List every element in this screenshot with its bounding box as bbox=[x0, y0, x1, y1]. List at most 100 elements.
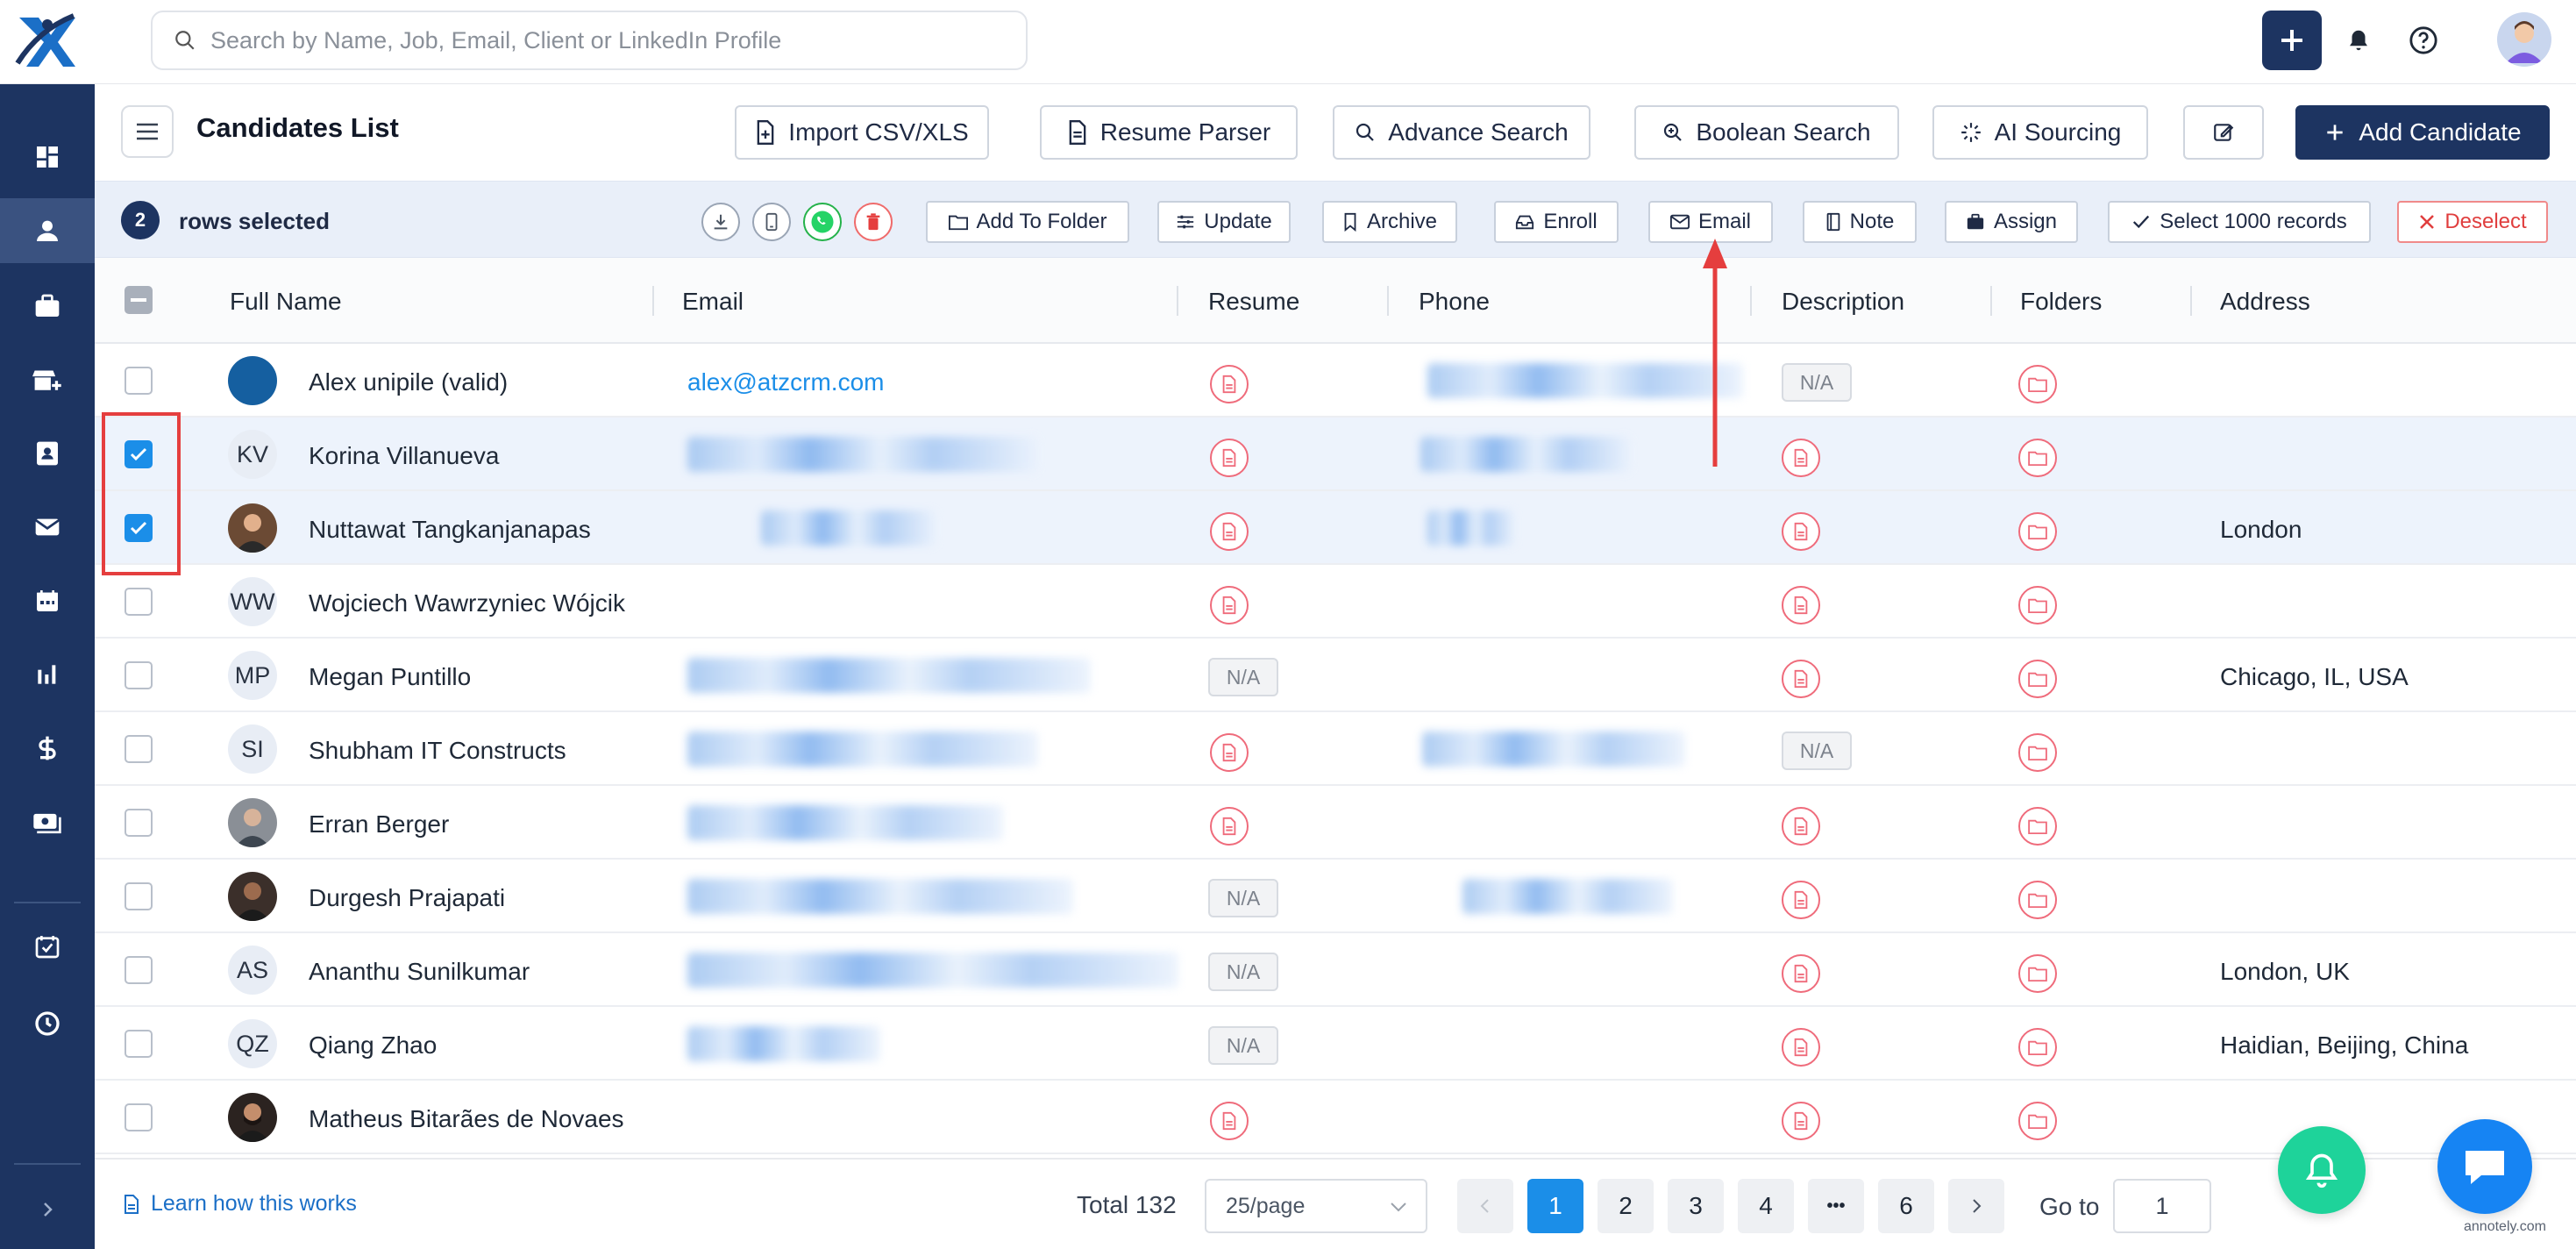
resume-parser-button[interactable]: Resume Parser bbox=[1040, 105, 1298, 160]
table-row[interactable]: QZ Qiang Zhao N/A Haidian, Beijing, Chin… bbox=[95, 1007, 2576, 1081]
notifications-fab[interactable] bbox=[2278, 1126, 2366, 1214]
download-button[interactable] bbox=[701, 203, 740, 241]
description-icon[interactable] bbox=[1782, 660, 1820, 698]
table-row[interactable]: Durgesh Prajapati N/A bbox=[95, 860, 2576, 933]
description-icon[interactable] bbox=[1782, 807, 1820, 846]
folder-icon[interactable] bbox=[2018, 365, 2057, 403]
col-header-folders[interactable]: Folders bbox=[2020, 288, 2102, 316]
boolean-search-button[interactable]: Boolean Search bbox=[1634, 105, 1899, 160]
candidate-name[interactable]: Alex unipile (valid) bbox=[309, 368, 508, 396]
col-header-address[interactable]: Address bbox=[2220, 288, 2310, 316]
ai-sourcing-button[interactable]: AI Sourcing bbox=[1932, 105, 2148, 160]
menu-toggle-button[interactable] bbox=[121, 105, 174, 158]
sidebar-item-reports[interactable] bbox=[0, 642, 95, 707]
candidate-name[interactable]: Nuttawat Tangkanjanapas bbox=[309, 516, 591, 544]
table-row[interactable]: AS Ananthu Sunilkumar N/A London, UK bbox=[95, 933, 2576, 1007]
folder-icon[interactable] bbox=[2018, 954, 2057, 993]
sidebar-item-billing[interactable] bbox=[0, 716, 95, 781]
description-icon[interactable] bbox=[1782, 1102, 1820, 1140]
folder-icon[interactable] bbox=[2018, 660, 2057, 698]
col-header-description[interactable]: Description bbox=[1782, 288, 1904, 316]
candidate-name[interactable]: Erran Berger bbox=[309, 810, 449, 839]
col-header-resume[interactable]: Resume bbox=[1208, 288, 1299, 316]
candidate-name[interactable]: Shubham IT Constructs bbox=[309, 737, 566, 765]
page-button-4[interactable]: 4 bbox=[1738, 1179, 1794, 1233]
page-button-3[interactable]: 3 bbox=[1668, 1179, 1724, 1233]
candidate-name[interactable]: Matheus Bitarães de Novaes bbox=[309, 1105, 624, 1133]
row-checkbox[interactable] bbox=[125, 661, 153, 689]
sidebar-item-payments[interactable] bbox=[0, 789, 95, 854]
description-icon[interactable] bbox=[1782, 881, 1820, 919]
sidebar-item-history[interactable] bbox=[0, 991, 95, 1056]
deselect-button[interactable]: Deselect bbox=[2397, 201, 2548, 243]
candidate-name[interactable]: Megan Puntillo bbox=[309, 663, 471, 691]
table-row[interactable]: Nuttawat Tangkanjanapas London bbox=[95, 491, 2576, 565]
description-icon[interactable] bbox=[1782, 1028, 1820, 1067]
folder-icon[interactable] bbox=[2018, 512, 2057, 551]
description-icon[interactable] bbox=[1782, 512, 1820, 551]
add-candidate-button[interactable]: Add Candidate bbox=[2295, 105, 2550, 160]
row-checkbox[interactable] bbox=[125, 1030, 153, 1058]
page-button-2[interactable]: 2 bbox=[1598, 1179, 1654, 1233]
advance-search-button[interactable]: Advance Search bbox=[1333, 105, 1590, 160]
resume-icon[interactable] bbox=[1210, 512, 1249, 551]
row-checkbox[interactable] bbox=[125, 809, 153, 837]
folder-icon[interactable] bbox=[2018, 881, 2057, 919]
enroll-button[interactable]: Enroll bbox=[1494, 201, 1619, 243]
select-all-records-button[interactable]: Select 1000 records bbox=[2108, 201, 2371, 243]
note-button[interactable]: Note bbox=[1803, 201, 1917, 243]
page-size-select[interactable]: 25/page bbox=[1205, 1179, 1427, 1233]
col-header-phone[interactable]: Phone bbox=[1419, 288, 1490, 316]
user-avatar[interactable] bbox=[2497, 12, 2551, 67]
row-checkbox[interactable] bbox=[125, 735, 153, 763]
resume-icon[interactable] bbox=[1210, 586, 1249, 624]
import-csv-button[interactable]: Import CSV/XLS bbox=[735, 105, 989, 160]
row-checkbox[interactable] bbox=[125, 1103, 153, 1131]
candidate-name[interactable]: Wojciech Wawrzyniec Wójcik bbox=[309, 589, 625, 617]
description-icon[interactable] bbox=[1782, 954, 1820, 993]
sms-button[interactable] bbox=[752, 203, 791, 241]
chat-fab[interactable] bbox=[2437, 1119, 2532, 1214]
whatsapp-button[interactable] bbox=[803, 203, 842, 241]
sidebar-item-tasks[interactable] bbox=[0, 914, 95, 979]
app-logo[interactable] bbox=[12, 9, 82, 75]
update-button[interactable]: Update bbox=[1157, 201, 1291, 243]
sidebar-item-inbox[interactable] bbox=[0, 495, 95, 560]
resume-icon[interactable] bbox=[1210, 365, 1249, 403]
folder-icon[interactable] bbox=[2018, 807, 2057, 846]
sidebar-item-dashboard[interactable] bbox=[0, 125, 95, 189]
candidate-name[interactable]: Durgesh Prajapati bbox=[309, 884, 505, 912]
table-row[interactable]: SI Shubham IT Constructs N/A bbox=[95, 712, 2576, 786]
sidebar-item-calendar[interactable] bbox=[0, 568, 95, 633]
delete-button[interactable] bbox=[854, 203, 893, 241]
sidebar-item-contacts[interactable] bbox=[0, 421, 95, 486]
page-ellipsis-button[interactable]: ••• bbox=[1808, 1179, 1864, 1233]
table-row[interactable]: WW Wojciech Wawrzyniec Wójcik bbox=[95, 565, 2576, 639]
col-header-full-name[interactable]: Full Name bbox=[230, 288, 342, 316]
row-checkbox[interactable] bbox=[125, 956, 153, 984]
folder-icon[interactable] bbox=[2018, 586, 2057, 624]
resume-icon[interactable] bbox=[1210, 807, 1249, 846]
global-search[interactable] bbox=[151, 11, 1028, 70]
select-all-checkbox[interactable] bbox=[125, 286, 153, 314]
folder-icon[interactable] bbox=[2018, 1028, 2057, 1067]
learn-how-link[interactable]: Learn how this works bbox=[123, 1191, 357, 1217]
candidate-name[interactable]: Ananthu Sunilkumar bbox=[309, 958, 530, 986]
page-button-6[interactable]: 6 bbox=[1878, 1179, 1934, 1233]
edit-view-button[interactable] bbox=[2183, 105, 2264, 160]
candidate-name[interactable]: Qiang Zhao bbox=[309, 1031, 437, 1060]
sidebar-item-jobs[interactable] bbox=[0, 274, 95, 339]
assign-button[interactable]: Assign bbox=[1945, 201, 2078, 243]
add-to-folder-button[interactable]: Add To Folder bbox=[926, 201, 1129, 243]
folder-icon[interactable] bbox=[2018, 439, 2057, 477]
next-page-button[interactable] bbox=[1948, 1179, 2004, 1233]
sidebar-item-clients[interactable] bbox=[0, 347, 95, 412]
description-icon[interactable] bbox=[1782, 586, 1820, 624]
candidate-email[interactable]: alex@atzcrm.com bbox=[687, 368, 884, 396]
page-button-1[interactable]: 1 bbox=[1527, 1179, 1583, 1233]
notification-bell-button[interactable] bbox=[2338, 19, 2380, 61]
row-checkbox[interactable] bbox=[125, 367, 153, 395]
row-checkbox[interactable] bbox=[125, 588, 153, 616]
candidate-name[interactable]: Korina Villanueva bbox=[309, 442, 499, 470]
folder-icon[interactable] bbox=[2018, 1102, 2057, 1140]
